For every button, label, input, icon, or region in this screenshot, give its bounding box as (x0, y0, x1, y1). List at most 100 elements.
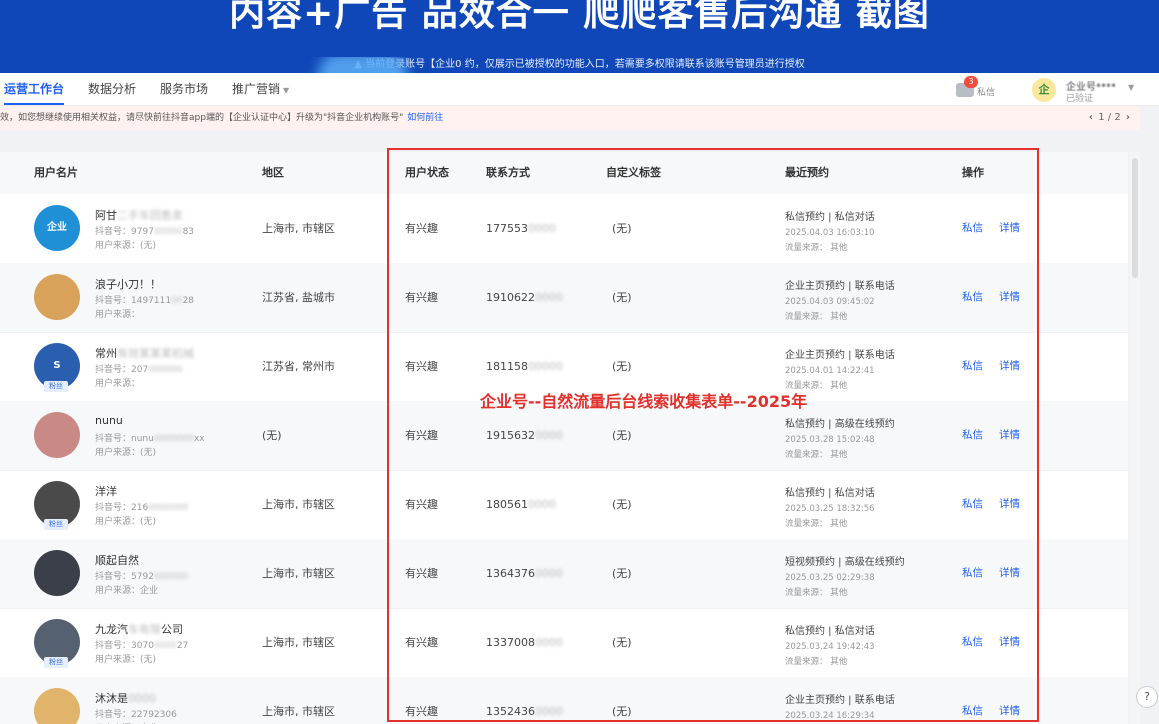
douyin-id-label: 抖音号： (95, 641, 132, 651)
chevron-right-icon[interactable]: › (1124, 112, 1132, 123)
nav-tab-operations[interactable]: 运营工作台 (4, 73, 65, 105)
appointment-traffic-source: 流量来源： 其他 (785, 519, 848, 529)
user-status: 有兴趣 (405, 360, 438, 373)
table-scrollbar[interactable] (1130, 152, 1140, 724)
douyin-id-label: 抖音号： (95, 503, 132, 513)
scrollbar-thumb[interactable] (1132, 158, 1138, 278)
phone-visible: 1337008 (486, 636, 535, 649)
nav-tab-service-market[interactable]: 服务市场 (160, 73, 208, 105)
user-phone: 19106220000 (486, 263, 563, 332)
user-source: 用户来源： (95, 310, 141, 320)
user-avatar[interactable]: 企业 (34, 205, 80, 251)
appointment-type: 私信预约 | 高级在线预约 (785, 419, 895, 430)
detail-button[interactable]: 详情 (999, 401, 1020, 470)
user-douyin-id: 抖音号：5792000000 (95, 569, 188, 582)
detail-button[interactable]: 详情 (999, 194, 1020, 263)
upgrade-alert: 效，如您想继续使用相关权益，请尽快前往抖音app端的【企业认证中心】升级为"抖音… (0, 106, 1140, 130)
overlay-caption: 企业号--自然流量后台线索收集表单--2025年 (480, 392, 808, 411)
user-source: 用户来源：(无) (95, 241, 157, 251)
user-status: 有兴趣 (405, 291, 438, 304)
appointment-time: 2025.03.24 19:42:43 (785, 642, 875, 652)
user-name-tail: 公司 (161, 623, 183, 636)
table-row: 粉丝 九龙汽车有限公司 抖音号：3070000027 用户来源：(无) 上海市, 市辖区… (0, 608, 1128, 678)
user-phone: 13370080000 (486, 608, 563, 677)
douyin-id-visible: 5792 (131, 572, 154, 582)
user-douyin-id: 抖音号：207000000 (95, 362, 183, 375)
appointment-time: 2025.03.28 15:02:48 (785, 435, 875, 445)
user-avatar[interactable] (34, 274, 80, 320)
private-message-button[interactable]: 私信 (962, 194, 983, 263)
recent-appointment: 短视频预约 | 高级在线预约 2025.03.25 02:29:38 流量来源： 其… (785, 553, 905, 598)
user-douyin-id: 抖音号：3070000027 (95, 638, 188, 651)
appointment-traffic-source: 流量来源： 其他 (785, 450, 848, 460)
private-message-button[interactable]: 私信 (962, 677, 983, 724)
user-region: 上海市, 市辖区 (262, 222, 335, 235)
nav-tab-promotion[interactable]: 推广营销 ▼ (232, 73, 289, 105)
user-source: 用户来源： (95, 379, 141, 389)
appointment-type: 短视频预约 | 高级在线预约 (785, 557, 905, 568)
user-status: 有兴趣 (405, 567, 438, 580)
messages-label: 私信 (977, 88, 996, 98)
phone-visible: 1352436 (486, 705, 535, 718)
user-name: 九龙汽车有限公司 (95, 621, 183, 637)
private-message-button[interactable]: 私信 (962, 608, 983, 677)
how-to-go-link[interactable]: 如何前往 (407, 113, 443, 123)
private-message-button[interactable]: 私信 (962, 263, 983, 332)
douyin-id-label: 抖音号： (95, 227, 132, 237)
detail-button[interactable]: 详情 (999, 608, 1020, 677)
private-message-button[interactable]: 私信 (962, 470, 983, 539)
douyin-id-visible: 3070 (131, 641, 154, 651)
messages-button[interactable]: 3 私信 (956, 76, 1000, 101)
account-chevron-down-icon: ▼ (1128, 83, 1135, 92)
nav-tab-data-analysis[interactable]: 数据分析 (88, 73, 136, 105)
account-menu[interactable]: 企 企业号**** 已验证 ▼ (1030, 75, 1155, 104)
user-name-redacted: 车有限 (128, 623, 161, 636)
user-status: 有兴趣 (405, 636, 438, 649)
user-name-visible: 浪子小刀！！ (95, 278, 161, 291)
user-douyin-id: 抖音号：14971110028 (95, 293, 194, 306)
detail-button[interactable]: 详情 (999, 263, 1020, 332)
table-row: 企业 阿甘二手车回售卖 抖音号：97970000083 用户来源：(无) 上海市, 市辖… (0, 194, 1128, 264)
user-name: 浪子小刀！！ (95, 276, 161, 292)
douyin-id-visible: 207 (131, 365, 149, 375)
leads-table: 用户名片 地区 用户状态 联系方式 自定义标签 最近预约 操作 企业 阿甘二手车回… (0, 152, 1128, 724)
detail-button[interactable]: 详情 (999, 332, 1020, 401)
phone-redacted: 0000 (535, 291, 563, 304)
detail-button[interactable]: 详情 (999, 539, 1020, 608)
chevron-left-icon[interactable]: ‹ (1087, 112, 1095, 123)
appointment-time: 2025.04.03 09:45:02 (785, 297, 875, 307)
user-douyin-id: 抖音号：nunu0000000xx (95, 431, 205, 444)
permission-notice: ▲ 当前登录账号【企业0 约，仅展示已被授权的功能入口，若需要多权限请联系该账号… (0, 57, 1159, 73)
column-header-status: 用户状态 (405, 166, 449, 179)
user-region: 上海市, 市辖区 (262, 636, 335, 649)
user-region: 上海市, 市辖区 (262, 567, 335, 580)
douyin-id-label: 抖音号： (95, 296, 132, 306)
user-avatar[interactable] (34, 550, 80, 596)
douyin-id-label: 抖音号： (95, 434, 132, 444)
detail-button[interactable]: 详情 (999, 470, 1020, 539)
user-status: 有兴趣 (405, 498, 438, 511)
appointment-time: 2025.03.25 02:29:38 (785, 573, 875, 583)
phone-visible: 1910622 (486, 291, 535, 304)
douyin-id-tail: 28 (182, 296, 195, 306)
private-message-button[interactable]: 私信 (962, 332, 983, 401)
appointment-traffic-source: 流量来源： 其他 (785, 657, 848, 667)
table-header: 用户名片 地区 用户状态 联系方式 自定义标签 最近预约 操作 (0, 152, 1128, 194)
appointment-type: 私信预约 | 私信对话 (785, 626, 875, 637)
appointment-type: 私信预约 | 私信对话 (785, 488, 875, 499)
user-douyin-id: 抖音号：2160000000 (95, 500, 188, 513)
appointment-traffic-source: 流量来源： 其他 (785, 312, 848, 322)
recent-appointment: 私信预约 | 私信对话 2025.03.25 18:32:56 流量来源： 其他 (785, 484, 875, 529)
appointment-time: 2025.04.03 16:03:10 (785, 228, 875, 238)
help-icon[interactable]: ? (1136, 686, 1158, 708)
alert-text: 效，如您想继续使用相关权益，请尽快前往抖音app端的【企业认证中心】升级为"抖音… (0, 113, 404, 123)
detail-button[interactable]: 详情 (999, 677, 1020, 724)
user-avatar[interactable] (34, 688, 80, 724)
user-region: 江苏省, 常州市 (262, 360, 335, 373)
private-message-button[interactable]: 私信 (962, 539, 983, 608)
user-status: 有兴趣 (405, 222, 438, 235)
private-message-button[interactable]: 私信 (962, 401, 983, 470)
user-avatar[interactable] (34, 412, 80, 458)
douyin-id-visible: 1497111 (131, 296, 172, 306)
user-custom-tag: (无) (612, 222, 632, 235)
